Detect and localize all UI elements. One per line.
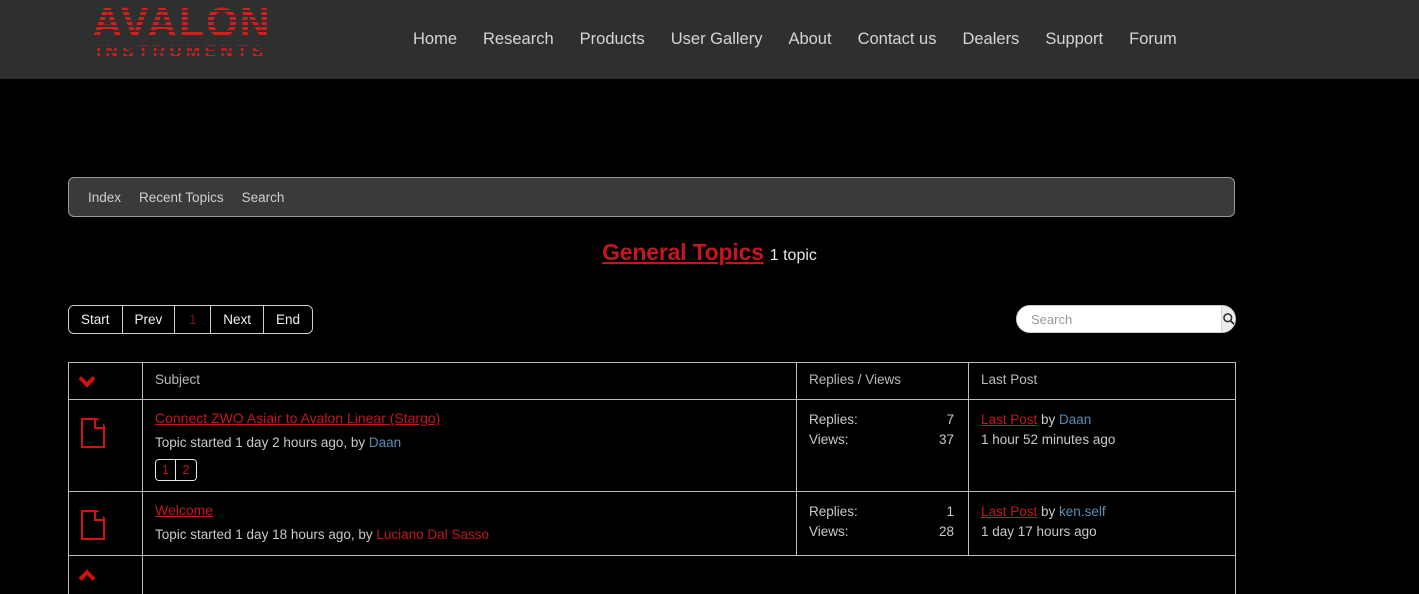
last-post-line: Last Post by ken.self — [981, 502, 1225, 522]
views-line: Views: 28 — [809, 522, 958, 542]
topic-started-text: Topic started 1 day 18 hours ago, by — [155, 527, 377, 542]
topic-stats-cell: Replies: 1 Views: 28 — [796, 491, 969, 556]
last-post-by-text: by — [1037, 412, 1060, 427]
pagination-top: Start Prev 1 Next End — [68, 305, 314, 334]
nav-item-contact-us[interactable]: Contact us — [845, 30, 950, 49]
nav-item-research[interactable]: Research — [470, 30, 567, 49]
table-footer-spacer — [142, 555, 1236, 594]
topic-author-link[interactable]: Luciano Dal Sasso — [376, 527, 489, 542]
replies-label: Replies: — [809, 412, 858, 427]
table-row: Welcome Topic started 1 day 18 hours ago… — [68, 491, 1236, 556]
replies-label: Replies: — [809, 504, 858, 519]
column-header-last-post[interactable]: Last Post — [968, 362, 1236, 400]
replies-line: Replies: 7 — [809, 410, 958, 430]
topic-title-link[interactable]: Connect ZWO Asiair to Avalon Linear (Sta… — [155, 410, 440, 426]
table-footer-row — [68, 555, 1236, 594]
topic-meta: Topic started 1 day 18 hours ago, by Luc… — [155, 527, 786, 542]
topic-meta: Topic started 1 day 2 hours ago, by Daan — [155, 435, 786, 450]
topic-icon-cell — [68, 399, 143, 492]
last-post-line: Last Post by Daan — [981, 410, 1225, 430]
topic-subject-cell: Welcome Topic started 1 day 18 hours ago… — [142, 491, 797, 556]
views-label: Views: — [809, 432, 849, 447]
last-post-by-text: by — [1037, 504, 1060, 519]
column-header-replies-views[interactable]: Replies / Views — [796, 362, 969, 400]
views-label: Views: — [809, 524, 849, 539]
replies-value: 1 — [946, 504, 954, 519]
page-title[interactable]: General Topics — [602, 239, 764, 265]
last-post-user-link[interactable]: ken.self — [1059, 504, 1106, 519]
nav-item-dealers[interactable]: Dealers — [949, 30, 1032, 49]
last-post-link[interactable]: Last Post — [981, 504, 1037, 519]
pagination-prev-button[interactable]: Prev — [122, 306, 176, 333]
sort-descending-icon[interactable] — [78, 370, 96, 388]
views-value: 37 — [938, 432, 954, 447]
column-header-sort[interactable] — [68, 362, 143, 400]
nav-item-home[interactable]: Home — [400, 30, 470, 49]
topic-author-link[interactable]: Daan — [369, 435, 401, 450]
pagination-end-button[interactable]: End — [264, 306, 313, 333]
nav-item-support[interactable]: Support — [1032, 30, 1116, 49]
pagination-start-button[interactable]: Start — [69, 306, 123, 333]
replies-line: Replies: 1 — [809, 502, 958, 522]
pagination-page-1[interactable]: 1 — [175, 306, 212, 333]
topic-page-link-1[interactable]: 1 — [156, 460, 176, 480]
views-line: Views: 37 — [809, 430, 958, 450]
pagination-next-button[interactable]: Next — [211, 306, 265, 333]
topic-icon-cell — [68, 491, 143, 556]
nav-item-products[interactable]: Products — [567, 30, 658, 49]
views-value: 28 — [938, 524, 954, 539]
forum-menu-item-index[interactable]: Index — [79, 190, 130, 205]
logo-text-instruments: INSTRUMENTS — [68, 43, 296, 60]
logo-text-avalon: AVALON — [68, 2, 296, 43]
last-post-link[interactable]: Last Post — [981, 412, 1037, 427]
table-row: Connect ZWO Asiair to Avalon Linear (Sta… — [68, 399, 1236, 492]
replies-value: 7 — [946, 412, 954, 427]
topic-started-text: Topic started 1 day 2 hours ago, by — [155, 435, 369, 450]
page-title-row: General Topics 1 topic — [0, 239, 1419, 266]
column-header-subject[interactable]: Subject — [142, 362, 797, 400]
topic-list-table: Subject Replies / Views Last Post Connec… — [68, 362, 1236, 594]
main-navigation: Home Research Products User Gallery Abou… — [400, 0, 1190, 79]
topic-page-link-2[interactable]: 2 — [176, 460, 196, 480]
forum-menu-bar: Index Recent Topics Search — [68, 177, 1235, 217]
search-icon — [1223, 313, 1235, 326]
sort-ascending-icon[interactable] — [78, 569, 96, 587]
topic-subject-cell: Connect ZWO Asiair to Avalon Linear (Sta… — [142, 399, 797, 492]
site-logo[interactable]: AVALON INSTRUMENTS — [68, 2, 296, 64]
forum-search — [1016, 305, 1236, 333]
topic-count: 1 topic — [769, 247, 817, 264]
forum-menu-item-recent-topics[interactable]: Recent Topics — [130, 190, 233, 205]
scroll-top-cell[interactable] — [68, 555, 143, 594]
topic-document-icon — [81, 418, 105, 448]
topic-title-link[interactable]: Welcome — [155, 502, 213, 518]
topic-last-post-cell: Last Post by ken.self 1 day 17 hours ago — [968, 491, 1236, 556]
topic-page-links: 1 2 — [155, 459, 197, 481]
topic-last-post-cell: Last Post by Daan 1 hour 52 minutes ago — [968, 399, 1236, 492]
site-header: AVALON INSTRUMENTS Home Research Product… — [0, 0, 1419, 79]
search-submit-button[interactable] — [1221, 306, 1235, 332]
search-input[interactable] — [1017, 306, 1221, 332]
table-header-row: Subject Replies / Views Last Post — [68, 362, 1236, 400]
topic-stats-cell: Replies: 7 Views: 37 — [796, 399, 969, 492]
last-post-time: 1 hour 52 minutes ago — [981, 432, 1116, 447]
last-post-user-link[interactable]: Daan — [1059, 412, 1091, 427]
forum-menu-item-search[interactable]: Search — [233, 190, 294, 205]
last-post-time: 1 day 17 hours ago — [981, 524, 1097, 539]
nav-item-about[interactable]: About — [775, 30, 844, 49]
nav-item-user-gallery[interactable]: User Gallery — [658, 30, 776, 49]
topic-document-icon — [81, 510, 105, 540]
nav-item-forum[interactable]: Forum — [1116, 30, 1190, 49]
